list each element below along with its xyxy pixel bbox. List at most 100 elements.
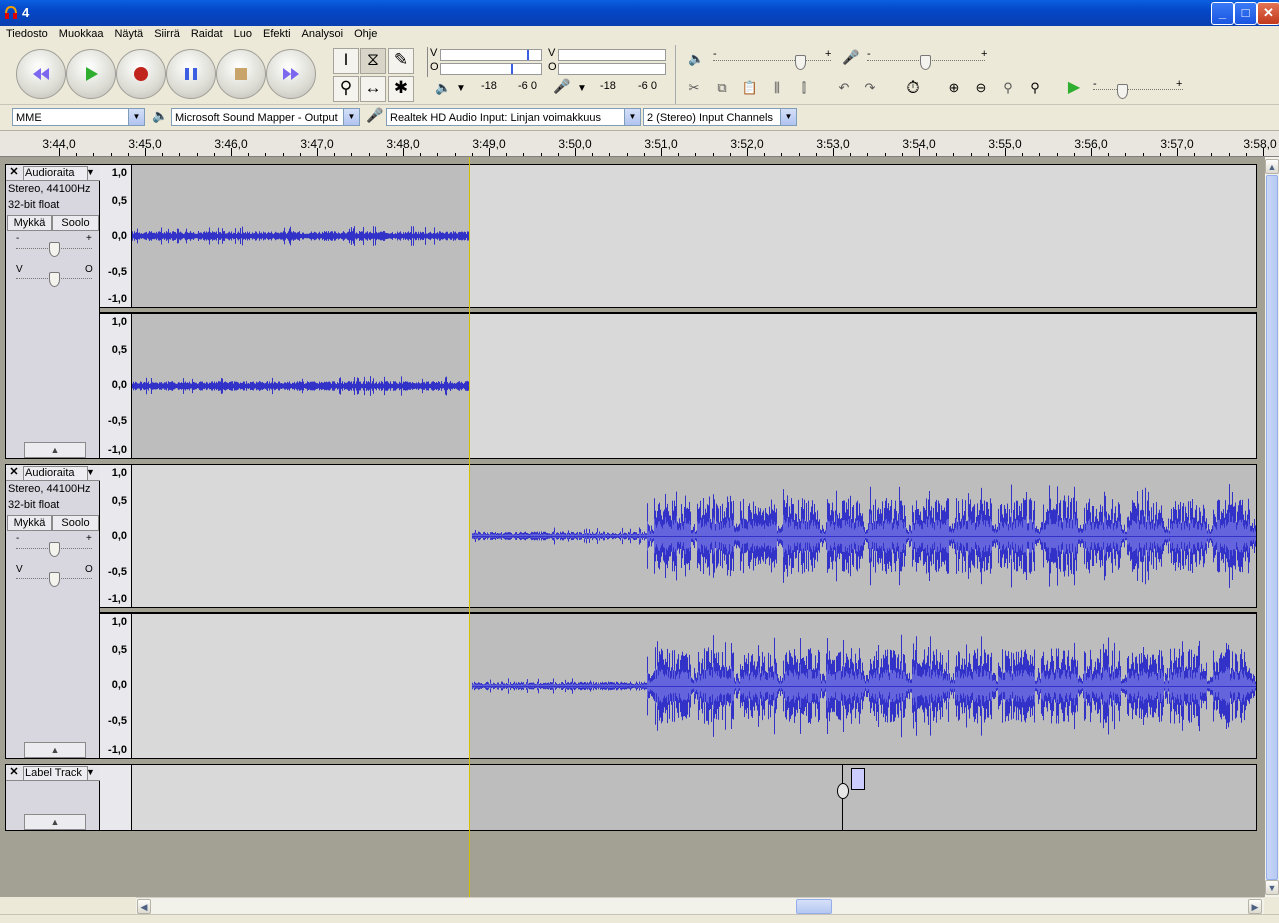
gain-slider[interactable] bbox=[49, 242, 60, 257]
track-2-right-waveform[interactable] bbox=[131, 613, 1257, 759]
label-text-box[interactable] bbox=[851, 768, 865, 790]
fit-selection-button[interactable]: ⚲ bbox=[996, 76, 1020, 100]
ruler-minor-tick bbox=[471, 153, 473, 156]
speaker-icon[interactable]: 🔈 bbox=[435, 80, 451, 96]
label-track-area[interactable] bbox=[131, 764, 1257, 831]
horizontal-scrollbar[interactable]: ◀ ▶ bbox=[136, 897, 1264, 915]
selection-tool[interactable]: I bbox=[333, 48, 359, 74]
mute-button[interactable]: Mykkä bbox=[7, 215, 52, 231]
close-button[interactable]: ✕ bbox=[1257, 2, 1279, 25]
undo-button[interactable]: ↶ bbox=[832, 76, 856, 100]
output-meter-menu-arrow[interactable]: ▼ bbox=[456, 83, 466, 94]
output-meter-left[interactable] bbox=[440, 49, 542, 61]
input-meter-menu-arrow[interactable]: ▼ bbox=[577, 83, 587, 94]
skip-to-end-button[interactable] bbox=[266, 49, 316, 99]
close-track-icon[interactable]: ✕ bbox=[8, 166, 20, 178]
record-button[interactable] bbox=[116, 49, 166, 99]
output-meter-right[interactable] bbox=[440, 63, 542, 75]
silence-button[interactable]: ⫿ bbox=[792, 76, 816, 100]
ruler-minor-tick bbox=[936, 153, 938, 156]
skip-to-start-button[interactable] bbox=[16, 49, 66, 99]
track-area[interactable]: ✕ Audioraita ▼ Stereo, 44100Hz 32-bit fl… bbox=[0, 157, 1265, 897]
collapse-track-button[interactable]: ▲ bbox=[24, 742, 86, 758]
zoom-tool[interactable]: ⚲ bbox=[333, 76, 359, 102]
play-speed-slider[interactable] bbox=[1117, 84, 1128, 99]
track-menu-arrow[interactable]: ▼ bbox=[86, 467, 95, 477]
copy-button[interactable]: ⧉ bbox=[710, 76, 734, 100]
minimize-button[interactable]: _ bbox=[1211, 2, 1234, 25]
horizontal-scroll-thumb[interactable] bbox=[796, 899, 832, 914]
microphone-icon[interactable]: 🎤 bbox=[553, 78, 570, 95]
stop-button[interactable] bbox=[216, 49, 266, 99]
menu-generate[interactable]: Luo bbox=[229, 26, 257, 42]
timeline-ruler[interactable]: 3:44,0 3:45,0 3:46,0 3:47,0 3:48,0 3:49,… bbox=[0, 131, 1279, 157]
maximize-button[interactable]: □ bbox=[1234, 2, 1257, 25]
input-channels-select[interactable]: 2 (Stereo) Input Channels ▼ bbox=[643, 108, 797, 126]
ruler-tick bbox=[661, 148, 662, 156]
collapse-track-button[interactable]: ▲ bbox=[24, 814, 86, 830]
track-2-left-waveform[interactable] bbox=[131, 464, 1257, 608]
draw-tool[interactable]: ✎ bbox=[388, 48, 414, 74]
scroll-right-arrow[interactable]: ▶ bbox=[1248, 899, 1262, 914]
track-1-control-panel[interactable]: ✕ Audioraita ▼ Stereo, 44100Hz 32-bit fl… bbox=[5, 164, 100, 459]
input-volume-slider[interactable] bbox=[920, 55, 931, 70]
close-track-icon[interactable]: ✕ bbox=[8, 466, 20, 478]
audio-host-select[interactable]: MME ▼ bbox=[12, 108, 145, 126]
pan-slider[interactable] bbox=[49, 572, 60, 587]
zoom-out-button[interactable]: ⊖ bbox=[969, 76, 993, 100]
play-button[interactable] bbox=[66, 49, 116, 99]
solo-button[interactable]: Soolo bbox=[52, 515, 99, 531]
redo-icon: ↷ bbox=[864, 80, 876, 95]
menu-transport[interactable]: Siirrä bbox=[149, 26, 185, 42]
menu-edit[interactable]: Muokkaa bbox=[54, 26, 109, 42]
pause-button[interactable] bbox=[166, 49, 216, 99]
vertical-scrollbar[interactable]: ▲ ▼ bbox=[1265, 157, 1279, 897]
play-icon bbox=[86, 67, 98, 81]
menu-view[interactable]: Näytä bbox=[109, 26, 148, 42]
sync-lock-button[interactable]: ⏱ bbox=[901, 76, 925, 100]
ruler-minor-tick bbox=[110, 153, 112, 156]
redo-button[interactable]: ↷ bbox=[858, 76, 882, 100]
ruler-minor-tick bbox=[299, 153, 301, 156]
close-track-icon[interactable]: ✕ bbox=[8, 766, 20, 778]
output-device-select[interactable]: Microsoft Sound Mapper - Output ▼ bbox=[171, 108, 360, 126]
envelope-tool[interactable]: ⧖ bbox=[360, 48, 386, 74]
track-menu-arrow[interactable]: ▼ bbox=[86, 767, 95, 777]
menu-effect[interactable]: Efekti bbox=[258, 26, 296, 42]
gain-slider[interactable] bbox=[49, 542, 60, 557]
track-name-button[interactable]: Audioraita bbox=[23, 166, 88, 181]
track-2-control-panel[interactable]: ✕ Audioraita ▼ Stereo, 44100Hz 32-bit fl… bbox=[5, 464, 100, 759]
pan-slider[interactable] bbox=[49, 272, 60, 287]
trim-button[interactable]: ⫼ bbox=[765, 76, 789, 100]
menu-file[interactable]: Tiedosto bbox=[1, 26, 53, 42]
solo-button[interactable]: Soolo bbox=[52, 215, 99, 231]
play-at-speed-button[interactable]: ▶ bbox=[1062, 76, 1086, 100]
zoom-in-button[interactable]: ⊕ bbox=[942, 76, 966, 100]
menu-tracks[interactable]: Raidat bbox=[186, 26, 228, 42]
collapse-track-button[interactable]: ▲ bbox=[24, 442, 86, 458]
track-1-left-waveform[interactable] bbox=[131, 164, 1257, 308]
scroll-down-arrow[interactable]: ▼ bbox=[1265, 880, 1279, 895]
multi-tool[interactable]: ✱ bbox=[388, 76, 414, 102]
output-volume-slider[interactable] bbox=[795, 55, 806, 70]
menu-help[interactable]: Ohje bbox=[349, 26, 382, 42]
track-name-button[interactable]: Audioraita bbox=[23, 466, 88, 481]
menu-analyze[interactable]: Analysoi bbox=[297, 26, 349, 42]
time-shift-tool[interactable]: ↔ bbox=[360, 76, 386, 102]
input-device-select[interactable]: Realtek HD Audio Input: Linjan voimakkuu… bbox=[386, 108, 641, 126]
track-1-right-waveform[interactable] bbox=[131, 313, 1257, 459]
cut-button[interactable]: ✂ bbox=[682, 76, 706, 100]
scroll-up-arrow[interactable]: ▲ bbox=[1265, 159, 1279, 174]
scroll-left-arrow[interactable]: ◀ bbox=[137, 899, 151, 914]
label-track-control-panel[interactable]: ✕ Label Track ▼ ▲ bbox=[5, 764, 100, 831]
label-handle[interactable] bbox=[837, 783, 849, 799]
mute-button[interactable]: Mykkä bbox=[7, 515, 52, 531]
track-name-button[interactable]: Label Track bbox=[23, 766, 88, 781]
vertical-scroll-thumb[interactable] bbox=[1266, 175, 1278, 880]
triangle-up-icon: ▲ bbox=[50, 817, 60, 827]
input-meter-left[interactable] bbox=[558, 49, 666, 61]
track-menu-arrow[interactable]: ▼ bbox=[86, 167, 95, 177]
fit-project-button[interactable]: ⚲ bbox=[1023, 76, 1047, 100]
paste-button[interactable]: 📋 bbox=[738, 76, 762, 100]
input-meter-right[interactable] bbox=[558, 63, 666, 75]
